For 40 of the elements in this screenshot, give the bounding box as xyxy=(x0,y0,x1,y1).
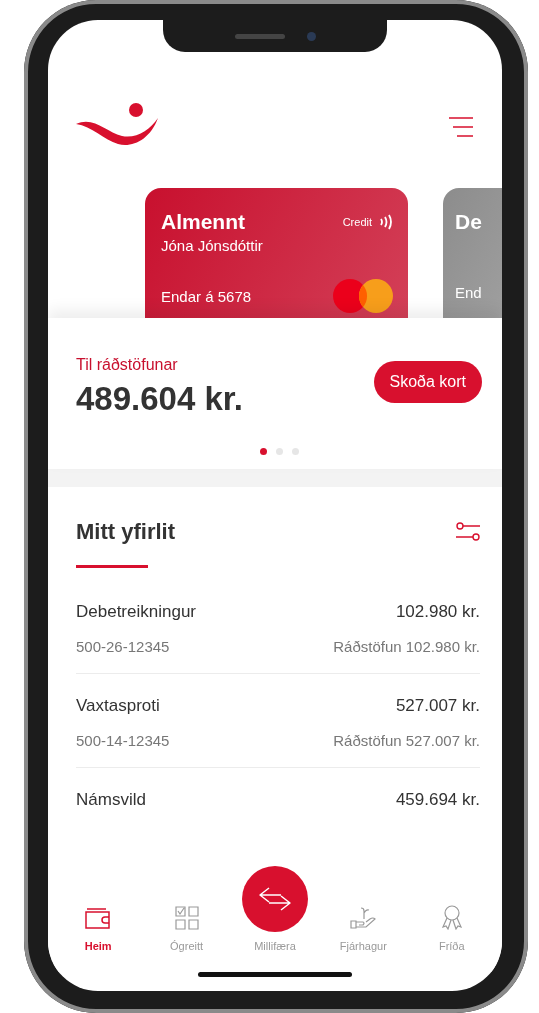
card-number: Endar á 5678 xyxy=(161,287,252,305)
bank-card[interactable]: Almennt Credit Jóna Jónsdóttir Endar á 5678 xyxy=(145,188,408,318)
account-balance: 102.980 kr. xyxy=(395,602,480,622)
tab-item[interactable]: Fjárhagur xyxy=(327,906,400,952)
tab-item[interactable]: Fríða xyxy=(415,904,488,952)
card-title: Almennt xyxy=(161,210,246,234)
account-number: 500-14-12345 xyxy=(76,732,170,749)
page-dot[interactable] xyxy=(291,448,299,455)
account-number: 500-26-12345 xyxy=(76,638,170,655)
page-dot[interactable] xyxy=(275,448,283,455)
page-dot[interactable] xyxy=(259,448,267,455)
checklist-icon xyxy=(174,906,199,930)
transfer-icon xyxy=(256,886,293,912)
bank-card[interactable]: De End xyxy=(443,188,502,318)
hand-plant-icon xyxy=(350,906,377,930)
available-amount: Ráðstöfun 102.980 kr. xyxy=(333,638,480,655)
filter-icon[interactable] xyxy=(456,522,480,542)
account-balance: 459.694 kr. xyxy=(395,790,480,810)
balance-label: Til ráðstöfunar xyxy=(76,356,179,374)
menu-icon[interactable] xyxy=(448,116,474,138)
tab-item[interactable]: Heim xyxy=(62,906,135,952)
account-name[interactable]: Debetreikningur xyxy=(76,602,196,622)
card-holder: Jóna Jónsdóttir xyxy=(161,237,264,254)
logo-icon xyxy=(74,102,160,148)
card-number: End xyxy=(455,284,482,301)
account-balance: 527.007 kr. xyxy=(395,696,480,716)
available-amount: Ráðstöfun 527.007 kr. xyxy=(333,732,480,749)
contactless-icon xyxy=(378,214,394,230)
account-name[interactable]: Námsvild xyxy=(76,790,146,810)
view-card-button[interactable]: Skoða kort xyxy=(373,361,482,403)
card-type: Credit xyxy=(342,216,372,228)
wallet-icon xyxy=(84,906,113,930)
balance-amount: 489.604 kr. xyxy=(76,380,243,418)
award-icon xyxy=(439,904,464,930)
tab-item[interactable]: Ógreitt xyxy=(150,906,223,952)
account-name[interactable]: Vaxtasproti xyxy=(76,696,160,716)
tab-label[interactable]: Millifæra xyxy=(254,940,296,952)
card-title: De xyxy=(455,210,483,234)
section-title: Mitt yfirlit xyxy=(76,519,175,545)
card-network-icon xyxy=(332,278,394,314)
